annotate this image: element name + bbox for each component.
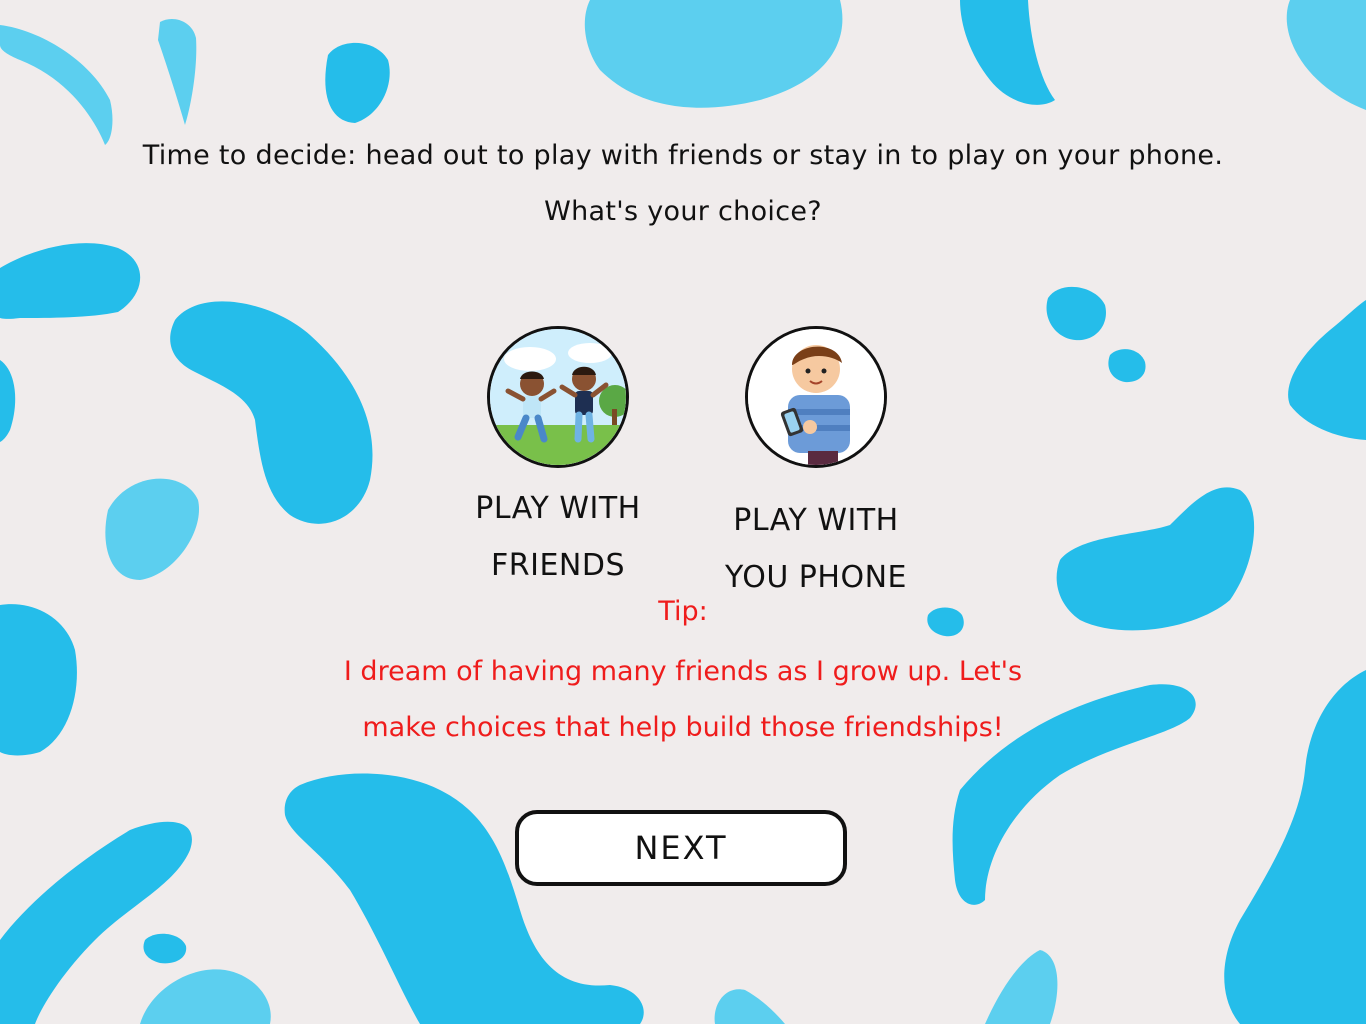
tip-title: Tip:	[658, 596, 708, 627]
question-line-2: What's your choice?	[544, 196, 822, 227]
option-label-friends: PLAY WITH FRIENDS	[475, 491, 641, 583]
option-play-with-phone[interactable]: PLAY WITH YOU PHONE	[716, 326, 916, 606]
boy-with-phone-icon	[745, 326, 887, 468]
question-line-1: Time to decide: head out to play with fr…	[142, 140, 1224, 171]
option-play-with-friends[interactable]: PLAY WITH FRIENDS	[458, 326, 658, 594]
tip-text: I dream of having many friends as I grow…	[343, 656, 1023, 743]
question-prompt: Time to decide: head out to play with fr…	[80, 128, 1286, 240]
next-button[interactable]: NEXT	[515, 810, 847, 886]
option-label-phone: PLAY WITH YOU PHONE	[725, 503, 907, 595]
kids-playing-outdoors-icon	[487, 326, 629, 468]
